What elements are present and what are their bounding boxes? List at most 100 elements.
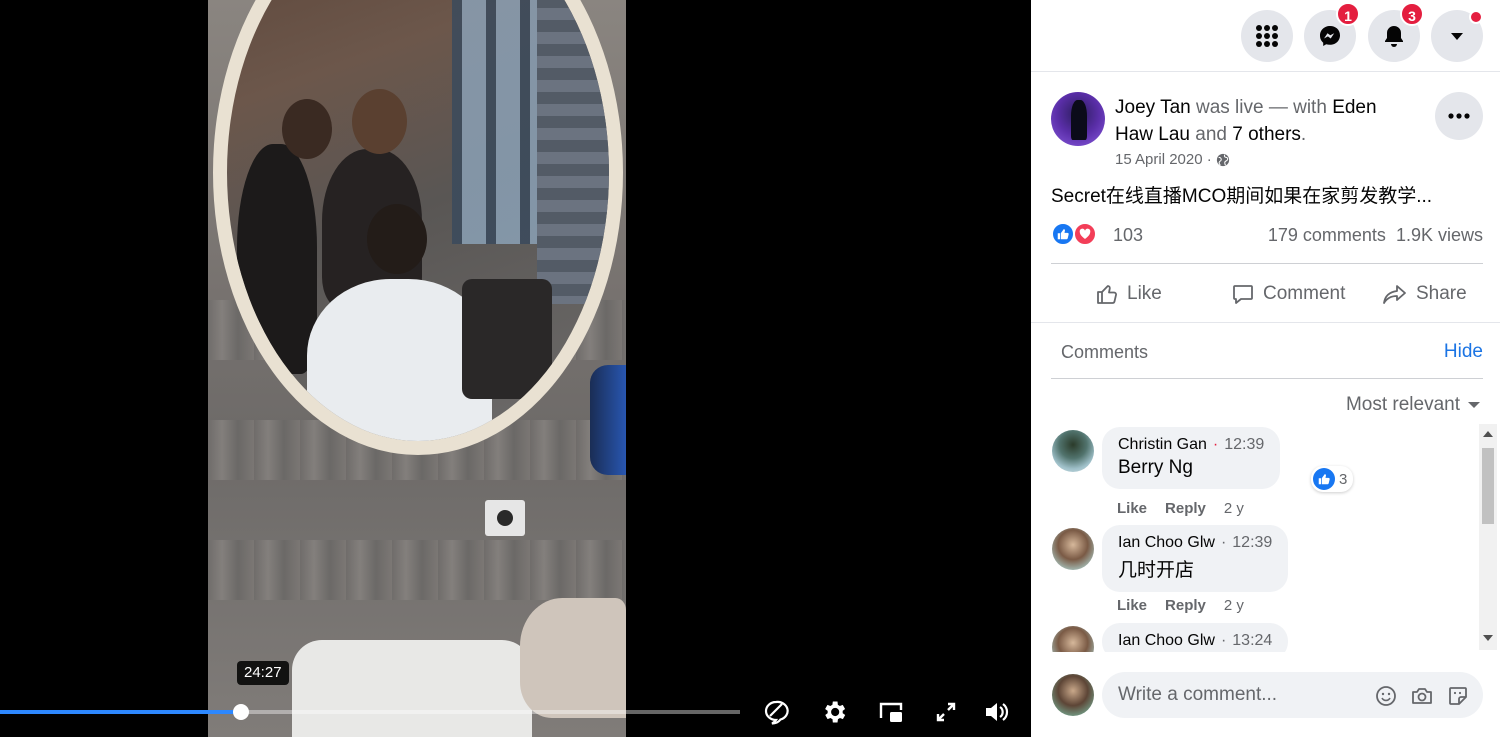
love-reaction-icon[interactable] <box>1073 222 1097 246</box>
comment-time[interactable]: 12:39 <box>1224 436 1264 453</box>
person-left-head <box>282 99 332 159</box>
volume-icon <box>986 703 1009 721</box>
reaction-count[interactable]: 103 <box>1113 225 1143 246</box>
comment-bubble: Christin Gan · 12:39 Berry Ng <box>1102 427 1281 489</box>
comment-label: Comment <box>1263 283 1346 304</box>
commenter-avatar[interactable] <box>1052 430 1094 472</box>
comment-reaction-count: 3 <box>1339 470 1348 488</box>
account-notification-dot <box>1469 10 1483 24</box>
person-middle-head <box>352 89 407 154</box>
post-options-button[interactable] <box>1435 92 1483 140</box>
comments-scrollbar[interactable] <box>1479 424 1497 650</box>
sticker-button[interactable] <box>1446 684 1470 708</box>
author-avatar[interactable] <box>1051 92 1105 146</box>
account-menu-button[interactable] <box>1431 10 1483 62</box>
notifications-badge: 3 <box>1400 2 1424 26</box>
comment-sort-dropdown[interactable]: Most relevant <box>1346 394 1480 416</box>
commenter-avatar[interactable] <box>1052 626 1094 652</box>
bell-icon <box>1385 26 1403 47</box>
mirror-brick-wall <box>537 0 609 304</box>
salon-cart <box>462 279 552 399</box>
post-title: Joey Tan was live — with Eden Haw Lau an… <box>1115 94 1415 148</box>
comment-like-link[interactable]: Like <box>1117 500 1147 517</box>
grid-menu-icon <box>1256 25 1278 47</box>
messenger-button[interactable]: 1 <box>1304 2 1360 62</box>
share-label: Share <box>1416 283 1467 304</box>
top-navigation: 1 3 <box>1031 0 1500 72</box>
commenter-name[interactable]: Ian Choo Glw <box>1118 632 1215 649</box>
commenter-name[interactable]: Christin Gan <box>1118 436 1207 453</box>
video-frame[interactable] <box>208 0 626 737</box>
post-text[interactable]: Secret在线直播MCO期间如果在家剪发教学... <box>1051 181 1432 208</box>
foreground-hand <box>520 598 626 718</box>
comments-list[interactable]: Christin Gan · 12:39 Berry Ng 3 Like Reply… <box>1031 422 1500 652</box>
emoji-button[interactable] <box>1374 684 1398 708</box>
post-date-text[interactable]: 15 April 2020 · <box>1115 151 1212 168</box>
user-avatar[interactable] <box>1052 674 1094 716</box>
comment-like-reaction-icon <box>1313 468 1335 490</box>
views-count: 1.9K views <box>1395 225 1483 245</box>
photo-button[interactable] <box>1410 684 1434 708</box>
and-text: and <box>1195 124 1227 145</box>
thumbs-up-icon <box>1057 229 1069 240</box>
comment-age[interactable]: 2 y <box>1224 597 1244 614</box>
fullscreen-button[interactable] <box>932 698 960 726</box>
settings-icon <box>825 701 846 723</box>
comment-button[interactable]: Comment <box>1231 278 1345 310</box>
post-side-panel: 1 3 Joey Tan was live — with Eden Haw La… <box>1031 0 1500 737</box>
video-scrubber-handle[interactable] <box>232 704 249 720</box>
comment-text: 几时开店 <box>1118 560 1195 581</box>
author-name-link[interactable]: Joey Tan <box>1115 97 1191 118</box>
like-icon <box>1097 285 1117 304</box>
comments-header: Comments Hide <box>1031 322 1500 362</box>
post-actions: Like Comment Share <box>1051 263 1483 323</box>
comments-heading: Comments <box>1061 342 1149 362</box>
post-date[interactable]: 15 April 2020 · <box>1115 151 1230 168</box>
messenger-badge: 1 <box>1336 2 1360 26</box>
scroll-down-arrow-icon[interactable] <box>1483 634 1493 642</box>
person-left <box>237 144 317 374</box>
video-player[interactable]: 24:27 <box>0 0 1031 737</box>
comment-time[interactable]: 12:39 <box>1232 534 1272 551</box>
live-status-text: was live — with <box>1195 97 1327 118</box>
comment-reply-link[interactable]: Reply <box>1165 500 1206 517</box>
comment-bubble: Ian Choo Glw · 12:39 几时开店 <box>1102 525 1289 592</box>
like-button[interactable]: Like <box>1095 278 1162 310</box>
video-progress-bar[interactable] <box>0 704 740 720</box>
client-head <box>367 204 427 274</box>
like-reaction-icon[interactable] <box>1051 222 1075 246</box>
comment-separator: · <box>1212 436 1219 453</box>
comment-separator: · <box>1220 632 1227 649</box>
video-timestamp: 24:27 <box>237 661 289 685</box>
title-period: . <box>1300 124 1307 145</box>
scrollbar-thumb[interactable] <box>1482 448 1494 524</box>
sort-label: Most relevant <box>1345 394 1460 415</box>
picture-in-picture-button[interactable] <box>877 698 905 726</box>
notifications-button[interactable]: 3 <box>1368 2 1424 62</box>
comment-age[interactable]: 2 y <box>1224 500 1244 517</box>
fullscreen-icon <box>936 702 956 722</box>
commenter-name[interactable]: Ian Choo Glw <box>1118 534 1215 551</box>
hair-dryer <box>590 365 626 475</box>
thumbs-up-icon <box>1318 474 1330 485</box>
captions-button[interactable] <box>762 698 790 726</box>
volume-button[interactable] <box>982 698 1010 726</box>
captions-icon <box>764 700 789 725</box>
scroll-up-arrow-icon[interactable] <box>1483 430 1493 438</box>
settings-button[interactable] <box>820 698 848 726</box>
video-progress-fill <box>0 710 241 714</box>
share-button[interactable]: Share <box>1382 278 1467 310</box>
comment-meta: Like Reply 2 y <box>1117 597 1244 614</box>
comment-like-link[interactable]: Like <box>1117 597 1147 614</box>
menu-button[interactable] <box>1241 10 1293 62</box>
commenter-avatar[interactable] <box>1052 528 1094 570</box>
comment-separator: · <box>1220 534 1227 551</box>
comment-reactions[interactable]: 3 <box>1311 466 1354 492</box>
tagged-others-link[interactable]: 7 others <box>1232 124 1301 145</box>
comments-count[interactable]: 179 comments <box>1268 225 1386 245</box>
comment-time[interactable]: 13:24 <box>1232 632 1272 649</box>
hide-comments-link[interactable]: Hide <box>1444 341 1483 363</box>
comment-reply-link[interactable]: Reply <box>1165 597 1206 614</box>
chevron-down-icon <box>1468 402 1480 408</box>
camera-icon <box>1412 688 1432 704</box>
